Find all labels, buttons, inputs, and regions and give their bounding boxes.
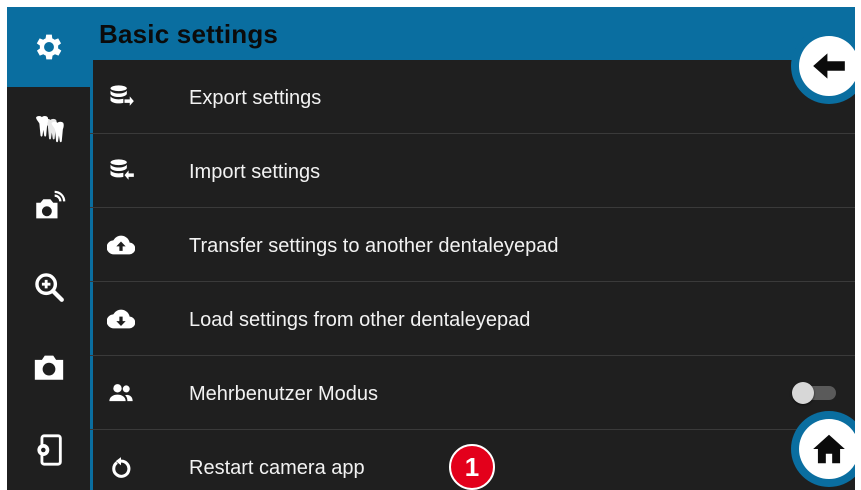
multi-user-mode-item[interactable]: Mehrbenutzer Modus <box>90 356 855 430</box>
multi-user-mode-toggle[interactable] <box>792 382 836 404</box>
camera-icon <box>34 355 63 380</box>
rail-camera-wireless-button[interactable] <box>7 167 90 247</box>
arrow-left-icon <box>813 53 845 79</box>
import-settings-label: Import settings <box>189 161 321 183</box>
database-import-icon <box>106 156 136 186</box>
teeth-icon <box>35 116 64 143</box>
restart-camera-app-label: Restart camera app <box>189 457 365 479</box>
rail-camera-button[interactable] <box>7 327 90 407</box>
rail-teeth-button[interactable] <box>7 87 90 167</box>
users-icon <box>106 378 136 408</box>
load-settings-label: Load settings from other dentaleyepad <box>189 309 531 331</box>
home-icon <box>813 434 845 464</box>
rail-device-settings-button[interactable] <box>7 410 90 490</box>
rail-settings-button[interactable] <box>7 7 90 87</box>
home-button-face <box>799 419 855 479</box>
database-export-icon <box>106 82 136 112</box>
side-rail <box>7 7 90 490</box>
cloud-download-icon <box>106 304 136 334</box>
restart-icon <box>106 452 136 482</box>
export-settings-item[interactable]: Export settings <box>90 60 855 134</box>
transfer-settings-label: Transfer settings to another dentaleyepa… <box>189 235 559 257</box>
annotation-badge: 1 <box>449 444 495 490</box>
zoom-in-icon <box>34 273 64 302</box>
export-settings-label: Export settings <box>189 87 322 109</box>
transfer-settings-item[interactable]: Transfer settings to another dentaleyepa… <box>90 208 855 282</box>
settings-list: Export settings Import settings Transfer… <box>90 60 855 490</box>
load-settings-item[interactable]: Load settings from other dentaleyepad <box>90 282 855 356</box>
device-settings-icon <box>36 434 62 466</box>
toggle-knob <box>792 382 814 404</box>
rail-zoom-button[interactable] <box>7 247 90 327</box>
camera-wireless-icon <box>35 190 65 219</box>
import-settings-item[interactable]: Import settings <box>90 134 855 208</box>
gear-icon <box>36 34 61 60</box>
app-window: Basic settings Export settings Import se… <box>7 7 855 490</box>
multi-user-mode-label: Mehrbenutzer Modus <box>189 383 378 405</box>
page-header: Basic settings <box>90 7 855 60</box>
page-title: Basic settings <box>99 19 279 49</box>
back-button-face <box>799 36 855 96</box>
cloud-upload-icon <box>106 230 136 260</box>
